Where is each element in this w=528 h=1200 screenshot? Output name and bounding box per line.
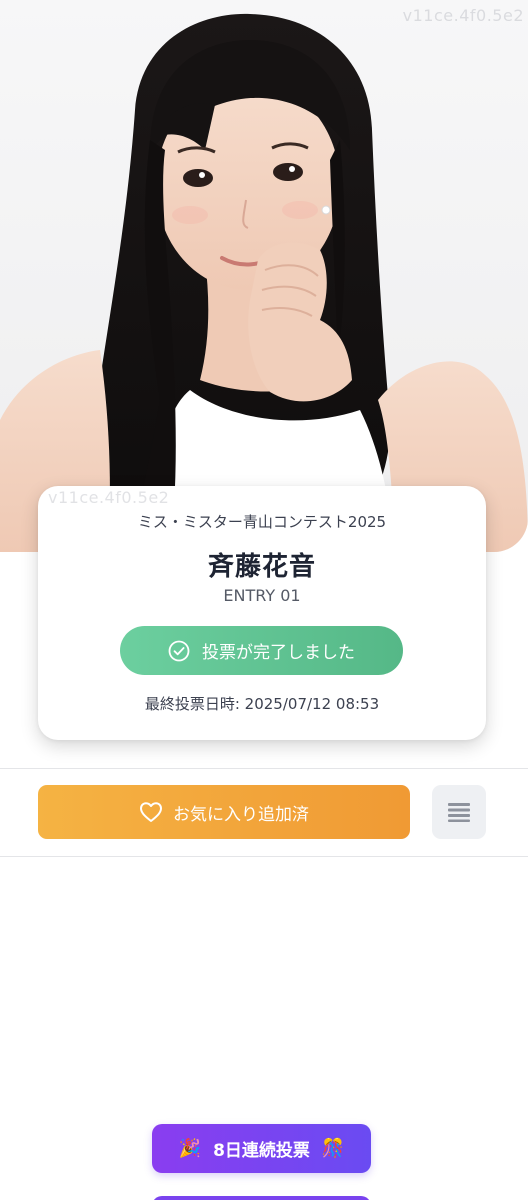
profile-page: v11ce.4f0.5e2 v11ce.4f0.5e2 ミス・ミスター青山コンテ… — [0, 0, 528, 1200]
divider — [0, 856, 528, 857]
vote-streak-badge: 🎉 8日連続投票 🎊 — [152, 1124, 371, 1173]
divider — [0, 768, 528, 769]
last-vote-time: 最終投票日時: 2025/07/12 08:53 — [144, 695, 380, 713]
watermark: v11ce.4f0.5e2 — [402, 6, 524, 25]
party-popper-icon: 🎉 — [178, 1138, 202, 1159]
check-circle-icon — [168, 640, 190, 662]
vote-streak-label: 8日連続投票 — [213, 1141, 310, 1161]
contestant-card: ミス・ミスター青山コンテスト2025 斉藤花音 ENTRY 01 投票が完了しま… — [38, 486, 486, 740]
vote-complete-badge: 投票が完了しました — [120, 626, 403, 675]
menu-icon — [448, 802, 470, 822]
next-section-peek — [152, 1196, 371, 1200]
contestant-photo: v11ce.4f0.5e2 — [0, 0, 528, 552]
favorite-button-label: お気に入り追加済 — [173, 804, 309, 825]
entry-number: ENTRY 01 — [223, 586, 301, 605]
contestant-name: 斉藤花音 — [207, 552, 316, 582]
watermark: v11ce.4f0.5e2 — [48, 488, 170, 507]
favorite-button[interactable]: お気に入り追加済 — [38, 785, 410, 839]
vote-complete-label: 投票が完了しました — [202, 643, 355, 663]
contest-name: ミス・ミスター青山コンテスト2025 — [137, 513, 387, 531]
menu-button[interactable] — [432, 785, 486, 839]
confetti-ball-icon: 🎊 — [321, 1138, 345, 1159]
heart-outline-icon — [139, 801, 163, 823]
